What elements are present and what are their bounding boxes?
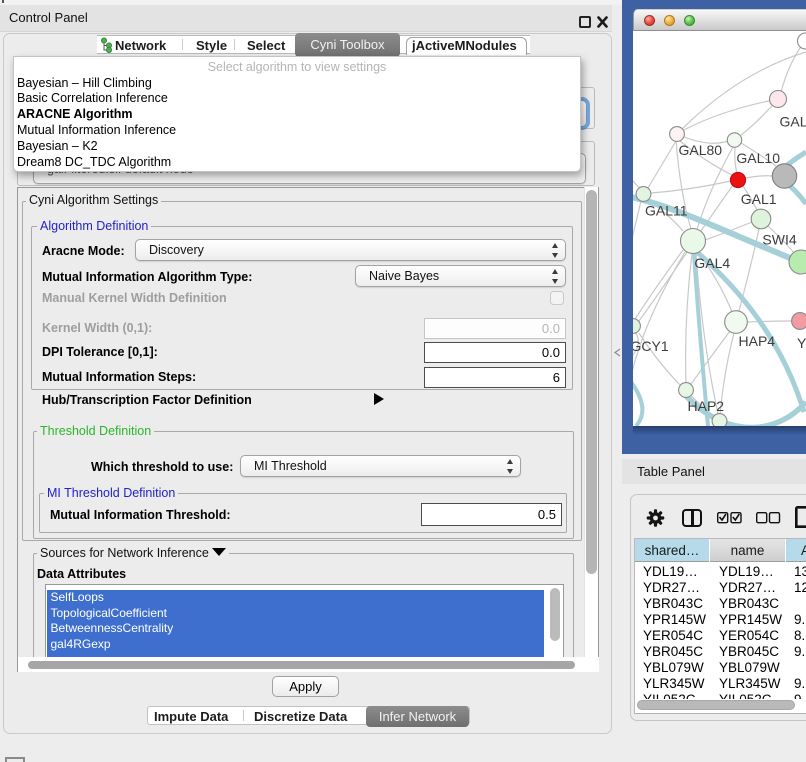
svg-text:GAL10: GAL10 <box>736 150 780 166</box>
svg-text:Y: Y <box>797 335 806 351</box>
svg-text:GAL2: GAL2 <box>780 114 806 130</box>
svg-text:SWI4: SWI4 <box>762 232 796 248</box>
svg-text:GCY1: GCY1 <box>633 338 669 354</box>
svg-text:GAL4: GAL4 <box>694 255 730 271</box>
svg-text:GAL11: GAL11 <box>645 203 688 219</box>
svg-text:HAP2: HAP2 <box>688 398 725 414</box>
svg-text:GAL80: GAL80 <box>679 142 723 158</box>
svg-text:GAL1: GAL1 <box>741 191 777 207</box>
svg-text:HAP4: HAP4 <box>739 333 776 349</box>
